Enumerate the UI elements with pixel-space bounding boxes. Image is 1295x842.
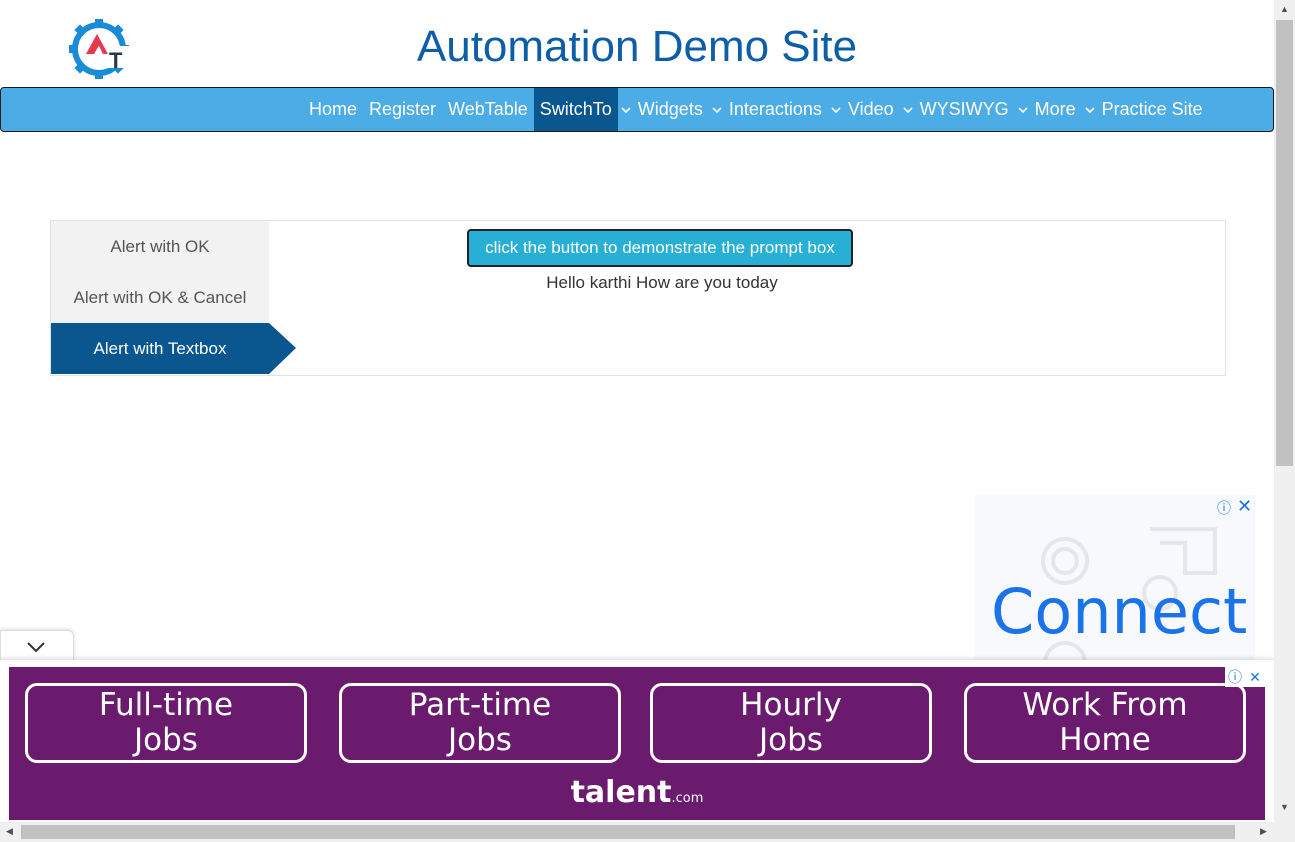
chevron-down-icon[interactable] xyxy=(711,105,725,115)
chevron-down-icon[interactable] xyxy=(1017,105,1031,115)
nav-video[interactable]: Video xyxy=(848,88,900,131)
alert-tabs: Alert with OK Alert with OK & Cancel Ale… xyxy=(51,221,296,374)
ad-parttime-jobs[interactable]: Part-time Jobs xyxy=(339,683,621,763)
chevron-down-icon[interactable] xyxy=(620,105,634,115)
collapse-ad-button[interactable] xyxy=(0,630,74,661)
ad-headline: Connect xyxy=(991,575,1248,648)
prompt-result-text: Hello karthi How are you today xyxy=(546,273,778,292)
scroll-right-icon[interactable]: ▶ xyxy=(1260,826,1267,837)
vertical-scrollbar[interactable]: ▲ ▼ xyxy=(1274,0,1295,822)
bottom-advertisement[interactable]: Full-time Jobs Part-time Jobs Hourly Jobs W… xyxy=(9,667,1265,820)
talent-suffix: .com xyxy=(671,791,704,806)
side-advertisement[interactable]: Connect ⓘ ✕ xyxy=(975,495,1255,665)
scroll-left-icon[interactable]: ◀ xyxy=(6,826,13,837)
scroll-up-icon[interactable]: ▲ xyxy=(1280,4,1289,14)
job-label: Work From Home xyxy=(1022,687,1188,758)
bottom-ad-container: Full-time Jobs Part-time Jobs Hourly Jobs W… xyxy=(0,660,1274,822)
nav-widgets[interactable]: Widgets xyxy=(638,88,709,131)
horizontal-scrollbar[interactable]: ◀ ▶ xyxy=(0,822,1274,842)
main-navbar: Home Register WebTable SwitchTo Widgets … xyxy=(0,87,1274,132)
chevron-down-icon[interactable] xyxy=(902,105,916,115)
tab-alert-ok[interactable]: Alert with OK xyxy=(51,221,269,272)
ad-controls: ⓘ ✕ xyxy=(1225,667,1265,687)
scroll-down-icon[interactable]: ▼ xyxy=(1280,802,1289,812)
nav-more[interactable]: More xyxy=(1035,88,1082,131)
talent-logo: talent.com xyxy=(9,775,1265,810)
alert-panel: Alert with OK Alert with OK & Cancel Ale… xyxy=(50,220,1226,376)
job-label: Hourly Jobs xyxy=(740,687,842,758)
chevron-down-icon[interactable] xyxy=(830,105,844,115)
job-label: Full-time Jobs xyxy=(98,687,234,758)
nav-webtable[interactable]: WebTable xyxy=(442,88,534,131)
horizontal-scroll-thumb[interactable] xyxy=(21,825,1235,839)
job-label: Part-time Jobs xyxy=(408,687,552,758)
nav-switchto[interactable]: SwitchTo xyxy=(533,88,618,131)
vertical-scroll-thumb[interactable] xyxy=(1276,20,1293,466)
info-icon[interactable]: ⓘ xyxy=(1225,667,1245,687)
nav-practice-site[interactable]: Practice Site xyxy=(1102,88,1209,131)
scrollbar-corner xyxy=(1274,822,1295,842)
ad-work-from-home[interactable]: Work From Home xyxy=(964,683,1246,763)
nav-interactions[interactable]: Interactions xyxy=(729,88,828,131)
tab-alert-ok-cancel[interactable]: Alert with OK & Cancel xyxy=(51,272,269,323)
talent-brand: talent xyxy=(570,775,672,810)
page-title: Automation Demo Site xyxy=(416,22,858,71)
ad-hourly-jobs[interactable]: Hourly Jobs xyxy=(650,683,932,763)
nav-wysiwyg[interactable]: WYSIWYG xyxy=(920,88,1015,131)
info-icon[interactable]: ⓘ xyxy=(1217,498,1231,518)
chevron-down-icon[interactable] xyxy=(1084,105,1098,115)
ad-fulltime-jobs[interactable]: Full-time Jobs xyxy=(25,683,307,763)
nav-register[interactable]: Register xyxy=(363,88,442,131)
chevron-down-icon xyxy=(27,642,45,653)
tab-alert-textbox[interactable]: Alert with Textbox xyxy=(51,323,296,374)
close-icon[interactable]: ✕ xyxy=(1245,667,1265,687)
nav-home[interactable]: Home xyxy=(303,88,363,131)
prompt-box-button[interactable]: click the button to demonstrate the prom… xyxy=(467,229,853,267)
close-icon[interactable]: ✕ xyxy=(1237,496,1252,517)
